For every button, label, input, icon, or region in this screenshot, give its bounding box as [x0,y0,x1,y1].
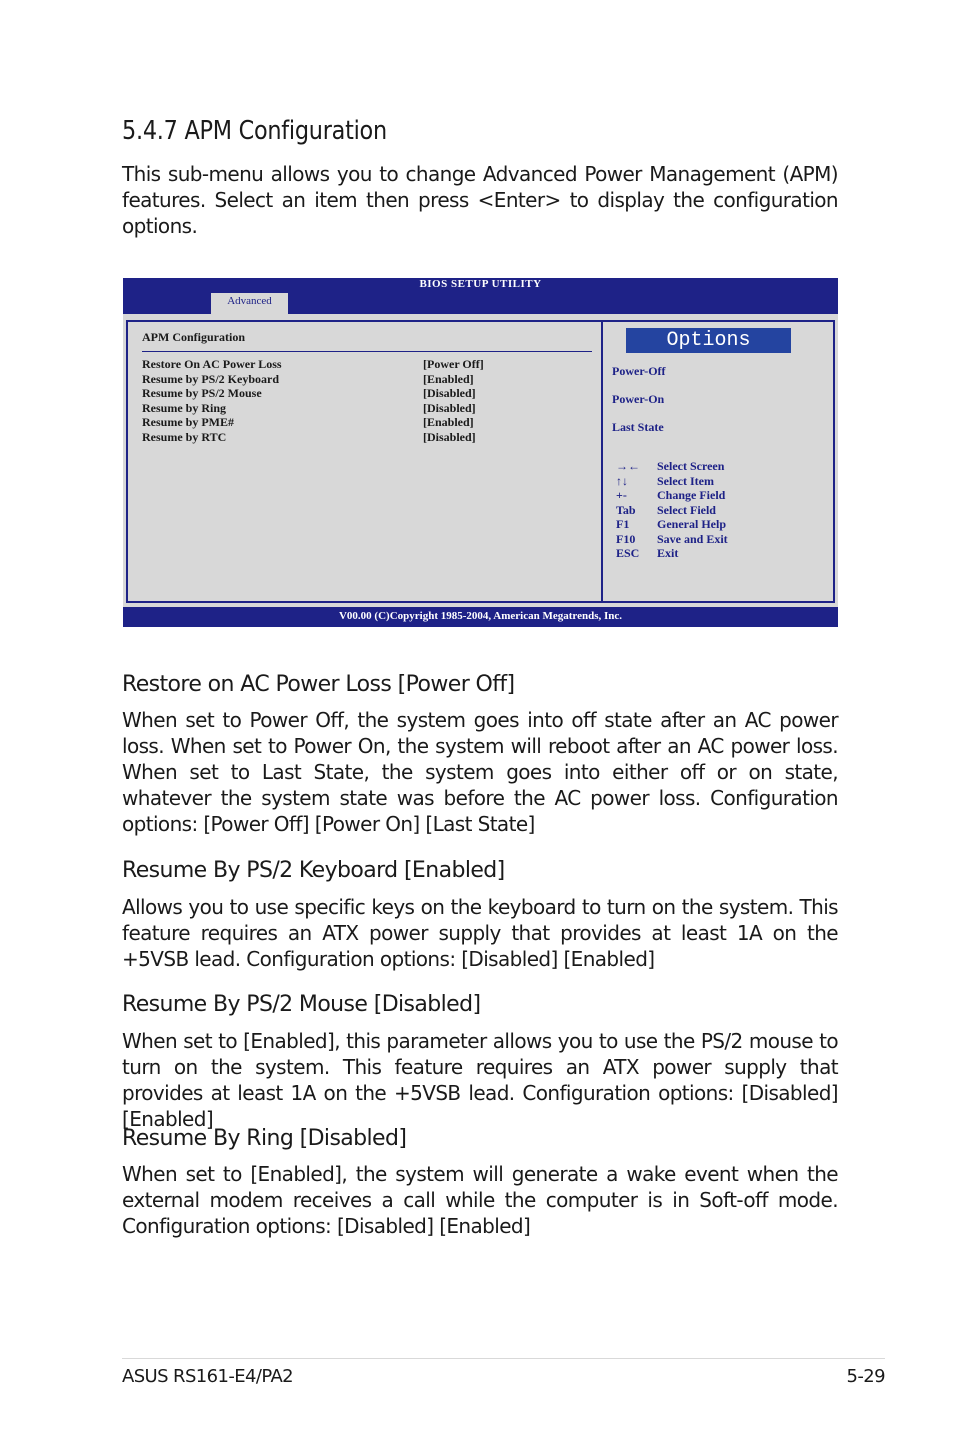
setting-value[interactable]: [Power Off] [423,357,484,372]
key-description: General Help [657,517,726,531]
footer-page-number: 5-29 [846,1366,886,1387]
item-body-ps2-keyboard: Allows you to use specific keys on the k… [122,895,839,971]
bios-options-panel: Options Power-Off Power-On Last State →←… [601,320,835,603]
bios-panel-title: APM Configuration [142,330,245,344]
setting-label: Restore On AC Power Loss [142,357,282,371]
key-name: +- [616,488,627,502]
bios-setting-resume-ps2-keyboard[interactable]: Resume by PS/2 Keyboard [Enabled] [142,372,592,387]
bios-settings-panel: APM Configuration Restore On AC Power Lo… [126,320,601,603]
bios-header-bar: BIOS SETUP UTILITY Advanced [123,278,838,314]
setting-label: Resume by PS/2 Keyboard [142,371,280,386]
key-description: Exit [657,546,679,560]
setting-label: Resume by RTC [142,429,227,444]
bios-title: BIOS SETUP UTILITY [419,278,542,290]
item-heading-ring: Resume By Ring [Disabled] [122,1126,407,1151]
setting-value[interactable]: [Enabled] [423,415,474,430]
item-heading-ps2-keyboard: Resume By PS/2 Keyboard [Enabled] [122,858,505,883]
setting-label: Resume by PS/2 Mouse [142,386,262,400]
key-name: ESC [616,546,640,560]
bios-copyright-bar: V00.00 (C)Copyright 1985-2004, American … [123,607,838,627]
key-description: Save and Exit [657,531,728,546]
manual-page: 5.4.7 APM Configuration This sub-menu al… [0,0,954,1438]
options-header: Options [626,328,791,353]
item-heading-ps2-mouse: Resume By PS/2 Mouse [Disabled] [122,992,481,1017]
key-description: Select Field [657,502,716,517]
key-description: Select Screen [657,459,725,473]
up-down-arrows-icon: ↑↓ [616,473,628,488]
bios-setting-restore-ac-power-loss[interactable]: Restore On AC Power Loss [Power Off] [142,357,592,372]
key-name: F1 [616,517,630,531]
bios-setting-resume-ring[interactable]: Resume by Ring [Disabled] [142,401,592,416]
setting-label: Resume by Ring [142,400,227,415]
key-description: Change Field [657,488,726,502]
option-power-off[interactable]: Power-Off [612,364,666,379]
item-body-ps2-mouse: When set to [Enabled], this parameter al… [122,1029,839,1131]
bios-screenshot: BIOS SETUP UTILITY Advanced APM Configur… [123,278,838,627]
section-title: 5.4.7 APM Configuration [122,116,387,146]
setting-value[interactable]: [Disabled] [423,401,476,416]
left-right-arrows-icon: →← [616,459,640,473]
item-body-ring: When set to [Enabled], the system will g… [122,1162,839,1238]
footer-divider [122,1358,885,1359]
setting-value[interactable]: [Disabled] [423,430,476,445]
tab-advanced[interactable]: Advanced [211,293,288,314]
setting-value[interactable]: [Disabled] [423,386,476,401]
setting-value[interactable]: [Enabled] [423,372,474,387]
item-heading-restore-ac: Restore on AC Power Loss [Power Off] [122,672,515,697]
section-intro: This sub-menu allows you to change Advan… [122,162,839,238]
divider [142,351,592,352]
option-power-on[interactable]: Power-On [612,392,664,407]
item-body-restore-ac: When set to Power Off, the system goes i… [122,708,839,836]
key-description: Select Item [657,473,714,488]
option-last-state[interactable]: Last State [612,420,664,435]
setting-label: Resume by PME# [142,415,234,429]
bios-setting-resume-ps2-mouse[interactable]: Resume by PS/2 Mouse [Disabled] [142,386,592,401]
key-name: Tab [616,502,636,517]
key-name: F10 [616,531,636,546]
bios-setting-resume-rtc[interactable]: Resume by RTC [Disabled] [142,430,592,445]
footer-product: ASUS RS161-E4/PA2 [122,1366,294,1387]
bios-setting-resume-pme[interactable]: Resume by PME# [Enabled] [142,415,592,430]
